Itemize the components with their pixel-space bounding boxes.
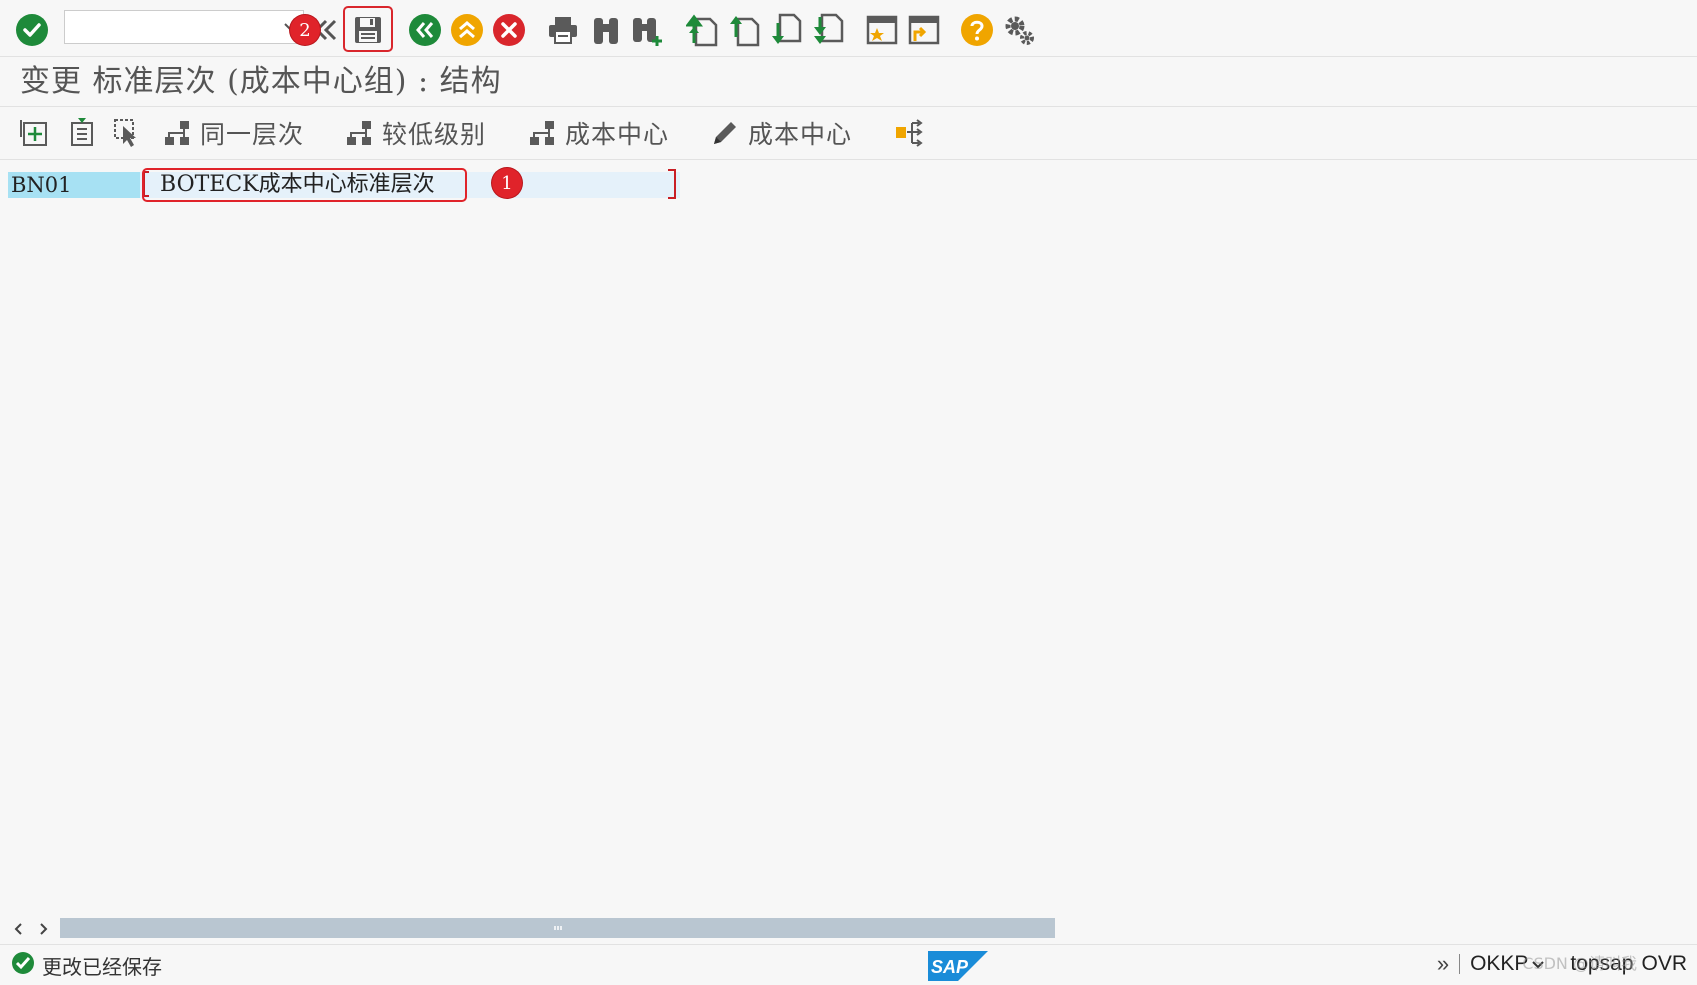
expand-subtree-icon — [20, 120, 47, 146]
last-page-button[interactable] — [808, 10, 848, 50]
toolbar-divider — [0, 159, 1697, 160]
edit-cost-center-label: 成本中心 — [748, 120, 853, 149]
chevron-right-icon — [40, 923, 48, 935]
sap-logo: SAP — [928, 951, 988, 985]
find-icon — [594, 18, 618, 44]
save-icon — [355, 17, 381, 43]
system-toolbar: 2 — [0, 0, 1697, 57]
print-icon — [549, 17, 577, 44]
shortcut-button[interactable] — [904, 10, 944, 50]
edit-cost-center-button[interactable]: 成本中心 — [710, 115, 852, 151]
last-page-icon — [814, 13, 844, 44]
hierarchy-branch-icon — [896, 119, 923, 147]
previous-page-button[interactable] — [724, 10, 764, 50]
horizontal-scrollbar[interactable] — [0, 914, 1697, 944]
help-button[interactable] — [957, 10, 997, 50]
status-separator — [1459, 954, 1461, 974]
same-level-label: 同一层次 — [200, 120, 305, 149]
hierarchy-node-icon — [165, 121, 189, 145]
cancel-icon — [493, 14, 525, 46]
same-level-button[interactable]: 同一层次 — [162, 115, 304, 151]
page-title: 变更 标准层次 (成本中心组) : 结构 — [20, 64, 502, 99]
find-next-icon — [633, 18, 662, 46]
create-session-button[interactable] — [862, 10, 902, 50]
enter-check-icon — [16, 14, 48, 46]
node-key[interactable]: BN01 — [8, 172, 140, 198]
annotation-badge-2: 2 — [290, 15, 320, 45]
first-page-button[interactable] — [682, 10, 722, 50]
find-button[interactable] — [586, 10, 626, 50]
shortcut-icon — [908, 15, 940, 45]
annotation-badge-1: 1 — [492, 168, 522, 198]
scroll-left-button[interactable] — [8, 918, 28, 940]
hierarchy-node-icon — [530, 121, 554, 145]
next-page-icon — [772, 13, 802, 44]
cost-center-button[interactable]: 成本中心 — [527, 115, 669, 151]
first-page-icon — [686, 14, 718, 47]
enter-button[interactable] — [12, 10, 52, 50]
create-session-icon — [866, 15, 898, 45]
command-field[interactable] — [64, 10, 304, 44]
back-icon — [409, 14, 441, 46]
hierarchy-node-icon — [347, 121, 371, 145]
back-button[interactable] — [405, 10, 445, 50]
find-next-button[interactable] — [628, 10, 668, 50]
exit-icon — [451, 14, 483, 46]
previous-page-icon — [730, 16, 760, 47]
save-button[interactable] — [348, 10, 388, 50]
lower-level-button[interactable]: 较低级别 — [344, 115, 486, 151]
insert-mode: OVR — [1641, 952, 1687, 975]
collapse-subtree-icon — [71, 118, 93, 146]
node-context-button[interactable] — [893, 115, 923, 151]
help-icon — [961, 14, 993, 46]
sap-logo-text: SAP — [931, 957, 969, 977]
annotation-highlight-box — [142, 168, 467, 202]
select-button[interactable] — [112, 115, 144, 151]
status-message: 更改已经保存 — [42, 955, 162, 979]
print-button[interactable] — [543, 10, 583, 50]
exit-button[interactable] — [447, 10, 487, 50]
collapse-subtree-button[interactable] — [66, 115, 98, 151]
lower-level-label: 较低级别 — [382, 120, 487, 149]
success-icon — [12, 952, 34, 978]
status-bar: 更改已经保存 SAP » OKKP topsap OVR — [0, 944, 1697, 983]
settings-icon — [1005, 16, 1034, 45]
application-toolbar: 同一层次 较低级别 成本中心 成本中心 — [0, 107, 1697, 159]
cancel-button[interactable] — [489, 10, 529, 50]
grip-icon — [553, 926, 562, 930]
scroll-right-button[interactable] — [34, 918, 54, 940]
cost-center-label: 成本中心 — [565, 120, 670, 149]
expand-all-button[interactable] — [18, 115, 50, 151]
pencil-icon — [714, 122, 736, 144]
scroll-thumb[interactable] — [60, 918, 1055, 938]
input-focus-bracket-right — [668, 169, 676, 199]
chevron-left-icon — [14, 923, 22, 935]
status-more-button[interactable]: » — [1437, 951, 1449, 977]
watermark: CSDN @请叫我 — [1522, 954, 1637, 973]
settings-button[interactable] — [999, 10, 1039, 50]
next-page-button[interactable] — [766, 10, 806, 50]
select-cursor-icon — [114, 119, 136, 147]
transaction-code: OKKP — [1470, 952, 1529, 975]
